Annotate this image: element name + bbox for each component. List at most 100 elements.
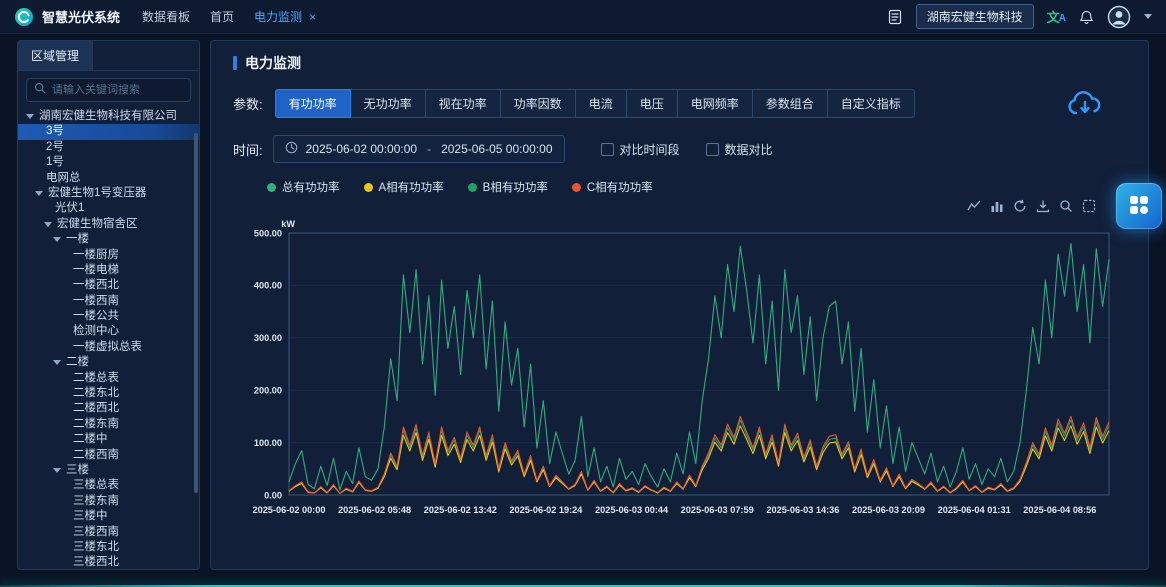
svg-text:2025-06-03 00:44: 2025-06-03 00:44 xyxy=(595,505,669,515)
nav-item-home[interactable]: 首页 xyxy=(210,8,234,25)
legend-item[interactable]: 总有功功率 xyxy=(267,179,340,195)
param-tab-1[interactable]: 无功功率 xyxy=(350,89,426,118)
tree-item[interactable]: 宏健生物1号变压器 xyxy=(18,186,199,201)
checkbox-compare-period[interactable]: 对比时间段 xyxy=(601,141,680,158)
tree-item[interactable]: 一楼西北 xyxy=(18,278,199,293)
tree-item[interactable]: 三楼东南 xyxy=(18,494,199,509)
avatar[interactable] xyxy=(1107,5,1131,29)
expand-arrow-icon[interactable] xyxy=(53,360,61,365)
param-tabs: 有功功率无功功率视在功率功率因数电流电压电网频率参数组合自定义指标 xyxy=(275,89,915,118)
tree-item[interactable]: 二楼东南 xyxy=(18,417,199,432)
sidebar: 区域管理 湖南宏健生物科技有限公司3号2号1号电网总宏健生物1号变压器光伏1宏健… xyxy=(17,40,200,570)
page-title: 电力监测 xyxy=(245,53,301,73)
tree-item[interactable]: 一楼电梯 xyxy=(18,263,199,278)
clock-icon xyxy=(285,141,298,157)
param-tab-5[interactable]: 电压 xyxy=(626,89,678,118)
bell-icon[interactable] xyxy=(1079,9,1094,25)
tree-item[interactable]: 二楼中 xyxy=(18,432,199,447)
refresh-icon[interactable] xyxy=(1013,199,1027,213)
expand-arrow-icon[interactable] xyxy=(44,222,52,227)
download-icon[interactable] xyxy=(1036,199,1050,213)
tree-item-label: 宏健生物宿舍区 xyxy=(57,217,138,232)
tree-item[interactable]: 三楼西南 xyxy=(18,525,199,540)
legend-item[interactable]: B相有功功率 xyxy=(468,179,548,195)
tree-item[interactable]: 三楼 xyxy=(18,463,199,478)
chart-area: 500.00400.00300.00200.00100.000.00kW2025… xyxy=(233,199,1126,529)
apps-grid-button[interactable] xyxy=(1116,183,1162,229)
param-tab-3[interactable]: 功率因数 xyxy=(500,89,576,118)
tree-item[interactable]: 电网总 xyxy=(18,171,199,186)
expand-arrow-icon[interactable] xyxy=(53,237,61,242)
tree-item[interactable]: 2号 xyxy=(18,140,199,155)
sidebar-scrollbar[interactable] xyxy=(194,133,198,493)
tree-item[interactable]: 一楼公共 xyxy=(18,309,199,324)
caret-down-icon[interactable] xyxy=(1144,14,1152,19)
zoom-icon[interactable] xyxy=(1059,199,1073,213)
checkbox-box[interactable] xyxy=(601,143,614,156)
tree-item-label: 二楼东南 xyxy=(73,417,119,432)
tree-item[interactable]: 二楼总表 xyxy=(18,371,199,386)
tree-item-label: 1号 xyxy=(46,155,64,170)
app-logo-icon xyxy=(14,7,34,27)
tree-item[interactable]: 宏健生物宿舍区 xyxy=(18,217,199,232)
checkbox-data-compare[interactable]: 数据对比 xyxy=(706,141,773,158)
tree-item-label: 一楼公共 xyxy=(73,309,119,324)
expand-arrow-icon[interactable] xyxy=(35,191,43,196)
search-input[interactable] xyxy=(52,84,183,96)
tree-item[interactable]: 1号 xyxy=(18,155,199,170)
nav-item-dashboard[interactable]: 数据看板 xyxy=(142,8,190,25)
tree-item[interactable]: 3号 xyxy=(18,124,199,139)
tree-item-label: 三楼东南 xyxy=(73,494,119,509)
translate-icon[interactable]: 文 A xyxy=(1047,7,1066,26)
tree-item-label: 二楼西南 xyxy=(73,448,119,463)
tree-item-label: 二楼东北 xyxy=(73,386,119,401)
cloud-download-icon[interactable] xyxy=(1066,90,1104,118)
tree-item-label: 二楼西北 xyxy=(73,401,119,416)
tab-power-monitoring[interactable]: 电力监测 × xyxy=(254,8,316,25)
time-range-input[interactable]: 2025-06-02 00:00:00 - 2025-06-05 00:00:0… xyxy=(273,135,565,163)
checkbox-label: 数据对比 xyxy=(725,141,773,158)
document-icon[interactable] xyxy=(887,9,903,25)
param-tab-0[interactable]: 有功功率 xyxy=(275,89,351,118)
legend-item[interactable]: C相有功功率 xyxy=(572,179,653,195)
tab-region-management[interactable]: 区域管理 xyxy=(18,41,93,70)
reset-icon[interactable] xyxy=(1082,199,1096,213)
tree-item[interactable]: 二楼东北 xyxy=(18,386,199,401)
legend-label: 总有功功率 xyxy=(282,179,340,195)
legend-item[interactable]: A相有功功率 xyxy=(364,179,444,195)
tree-item[interactable]: 二楼 xyxy=(18,355,199,370)
svg-text:kW: kW xyxy=(281,219,295,229)
svg-text:2025-06-02 05:48: 2025-06-02 05:48 xyxy=(338,505,411,515)
param-tab-7[interactable]: 参数组合 xyxy=(752,89,828,118)
svg-text:300.00: 300.00 xyxy=(254,333,282,343)
tree-item[interactable]: 一楼厨房 xyxy=(18,248,199,263)
svg-text:2025-06-03 14:36: 2025-06-03 14:36 xyxy=(766,505,839,515)
tree-item[interactable]: 三楼西北 xyxy=(18,555,199,569)
param-tab-8[interactable]: 自定义指标 xyxy=(827,89,915,118)
checkbox-box[interactable] xyxy=(706,143,719,156)
search-box[interactable] xyxy=(26,78,191,102)
tree-item[interactable]: 二楼西北 xyxy=(18,401,199,416)
tree-item[interactable]: 三楼中 xyxy=(18,509,199,524)
param-tab-4[interactable]: 电流 xyxy=(575,89,627,118)
tree-item[interactable]: 光伏1 xyxy=(18,201,199,216)
tree-item[interactable]: 检测中心 xyxy=(18,324,199,339)
navbar-right: 湖南宏健生物科技 文 A xyxy=(887,4,1152,29)
tree-item[interactable]: 一楼 xyxy=(18,232,199,247)
company-button[interactable]: 湖南宏健生物科技 xyxy=(916,4,1034,29)
tree-item[interactable]: 二楼西南 xyxy=(18,448,199,463)
tree-item[interactable]: 三楼总表 xyxy=(18,478,199,493)
bar-chart-icon[interactable] xyxy=(990,199,1004,213)
param-tab-2[interactable]: 视在功率 xyxy=(425,89,501,118)
close-icon[interactable]: × xyxy=(309,10,316,24)
svg-text:2025-06-04 01:31: 2025-06-04 01:31 xyxy=(938,505,1011,515)
tree-item[interactable]: 一楼西南 xyxy=(18,294,199,309)
tree-item[interactable]: 一楼虚拟总表 xyxy=(18,340,199,355)
tree-item[interactable]: 湖南宏健生物科技有限公司 xyxy=(18,109,199,124)
line-chart-icon[interactable] xyxy=(967,199,981,213)
tree-item-label: 三楼西北 xyxy=(73,555,119,569)
expand-arrow-icon[interactable] xyxy=(53,468,61,473)
expand-arrow-icon[interactable] xyxy=(26,114,34,119)
param-tab-6[interactable]: 电网频率 xyxy=(677,89,753,118)
tree-item[interactable]: 三楼东北 xyxy=(18,540,199,555)
